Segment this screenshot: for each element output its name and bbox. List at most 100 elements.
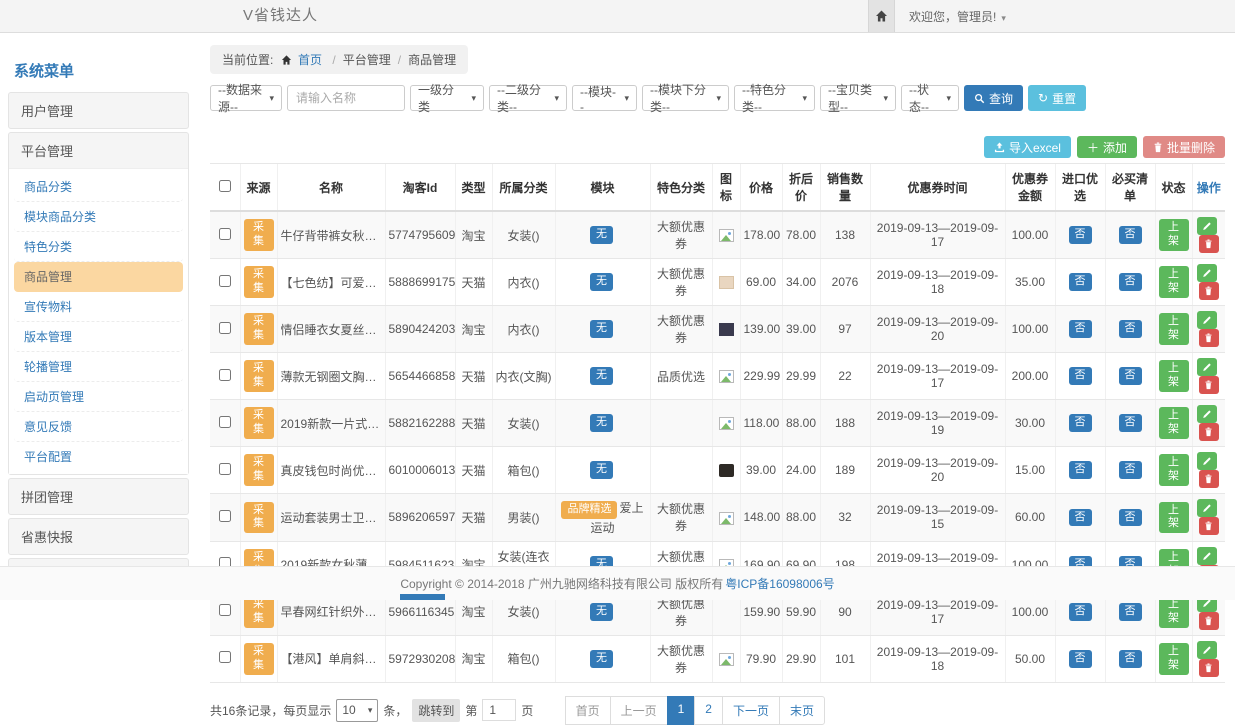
mustbuy-toggle[interactable]: 否 [1119,650,1142,668]
sidebar-subitem[interactable]: 平台配置 [14,442,183,471]
delete-button[interactable] [1199,329,1219,347]
filter-select[interactable]: --状态-- [901,85,959,111]
delete-button[interactable] [1199,659,1219,677]
delete-button[interactable] [1199,423,1219,441]
edit-button[interactable] [1197,499,1217,517]
row-checkbox[interactable] [219,228,231,240]
import-toggle[interactable]: 否 [1069,650,1092,668]
reset-button[interactable]: ↻ 重置 [1028,85,1086,111]
page-button[interactable]: 下一页 [722,696,780,725]
import-toggle[interactable]: 否 [1069,509,1092,527]
page-button[interactable]: 首页 [565,696,611,725]
module-badge[interactable]: 无 [590,367,613,385]
sidebar-subitem[interactable]: 意见反馈 [14,412,183,442]
delete-button[interactable] [1199,612,1219,630]
import-toggle[interactable]: 否 [1069,461,1092,479]
filter-select-datasource[interactable]: --数据来源-- [210,85,282,111]
import-toggle[interactable]: 否 [1069,320,1092,338]
status-badge[interactable]: 上架 [1159,502,1189,534]
row-checkbox[interactable] [219,275,231,287]
status-badge[interactable]: 上架 [1159,454,1189,486]
delete-button[interactable] [1199,517,1219,535]
filter-select[interactable]: --模块-- [572,85,637,111]
import-toggle[interactable]: 否 [1069,367,1092,385]
sidebar-section[interactable]: 用户管理 [8,92,189,129]
breadcrumb-home-link[interactable]: 首页 [298,53,322,67]
mustbuy-toggle[interactable]: 否 [1119,461,1142,479]
status-badge[interactable]: 上架 [1159,219,1189,251]
page-button[interactable]: 2 [694,696,723,725]
mustbuy-toggle[interactable]: 否 [1119,509,1142,527]
import-toggle[interactable]: 否 [1069,414,1092,432]
filter-select[interactable]: --宝贝类型-- [820,85,896,111]
module-badge[interactable]: 无 [590,320,613,338]
import-excel-button[interactable]: 导入excel [984,136,1071,158]
sidebar-section[interactable]: 拼团管理 [8,478,189,515]
import-toggle[interactable]: 否 [1069,226,1092,244]
delete-button[interactable] [1199,470,1219,488]
row-checkbox[interactable] [219,463,231,475]
mustbuy-toggle[interactable]: 否 [1119,320,1142,338]
status-badge[interactable]: 上架 [1159,266,1189,298]
select-all-checkbox[interactable] [219,180,231,192]
jump-button[interactable]: 跳转到 [412,699,460,722]
row-checkbox[interactable] [219,322,231,334]
row-checkbox[interactable] [219,604,231,616]
delete-button[interactable] [1199,235,1219,253]
home-button[interactable] [868,0,895,32]
edit-button[interactable] [1197,264,1217,282]
sidebar-section[interactable]: 省惠快报 [8,518,189,555]
add-button[interactable]: ＋ 添加 [1077,136,1137,158]
filter-select[interactable]: --模块下分类-- [642,85,729,111]
import-toggle[interactable]: 否 [1069,273,1092,291]
page-button[interactable]: 上一页 [610,696,668,725]
sidebar-section-label[interactable]: 平台管理 [9,133,188,168]
name-search-input[interactable] [287,85,405,111]
import-toggle[interactable]: 否 [1069,603,1092,621]
mustbuy-toggle[interactable]: 否 [1119,226,1142,244]
status-badge[interactable]: 上架 [1159,643,1189,675]
delete-button[interactable] [1199,376,1219,394]
sidebar-subitem[interactable]: 宣传物料 [14,292,183,322]
sidebar-subitem[interactable]: 轮播管理 [14,352,183,382]
row-checkbox[interactable] [219,651,231,663]
sidebar-subitem[interactable]: 启动页管理 [14,382,183,412]
sidebar-section-label[interactable]: 用户管理 [9,93,188,128]
user-menu[interactable]: 欢迎您，管理员! [909,8,1006,25]
module-badge[interactable]: 品牌精选 [561,501,617,519]
status-badge[interactable]: 上架 [1159,313,1189,345]
status-badge[interactable]: 上架 [1159,407,1189,439]
edit-button[interactable] [1197,452,1217,470]
filter-select[interactable]: --特色分类-- [734,85,815,111]
sidebar-subitem[interactable]: 版本管理 [14,322,183,352]
row-checkbox[interactable] [219,369,231,381]
sidebar-section-label[interactable]: 省惠快报 [9,519,188,554]
sidebar-subitem[interactable]: 商品分类 [14,172,183,202]
batch-delete-button[interactable]: 批量删除 [1143,136,1225,158]
page-number-input[interactable] [482,699,516,721]
delete-button[interactable] [1199,282,1219,300]
module-badge[interactable]: 无 [590,603,613,621]
per-page-select[interactable]: 10 [336,699,378,722]
module-badge[interactable]: 无 [590,414,613,432]
mustbuy-toggle[interactable]: 否 [1119,273,1142,291]
sidebar-subitem[interactable]: 模块商品分类 [14,202,183,232]
edit-button[interactable] [1197,217,1217,235]
sidebar-subitem[interactable]: 特色分类 [14,232,183,262]
edit-button[interactable] [1197,547,1217,565]
edit-button[interactable] [1197,641,1217,659]
module-badge[interactable]: 无 [590,273,613,291]
row-checkbox[interactable] [219,416,231,428]
status-badge[interactable]: 上架 [1159,596,1189,628]
icp-link[interactable]: 粤ICP备16098006号 [725,575,834,592]
filter-select[interactable]: 一级分类 [410,85,484,111]
page-button[interactable]: 1 [667,696,696,725]
page-button[interactable]: 末页 [779,696,825,725]
module-badge[interactable]: 无 [590,461,613,479]
module-badge[interactable]: 无 [590,226,613,244]
module-badge[interactable]: 无 [590,650,613,668]
sidebar-section-label[interactable]: 拼团管理 [9,479,188,514]
edit-button[interactable] [1197,358,1217,376]
mustbuy-toggle[interactable]: 否 [1119,367,1142,385]
status-badge[interactable]: 上架 [1159,360,1189,392]
